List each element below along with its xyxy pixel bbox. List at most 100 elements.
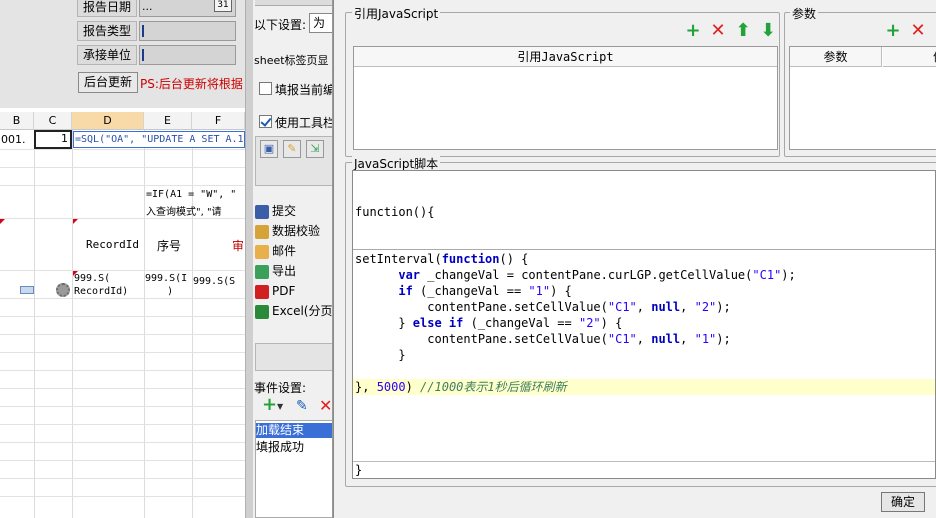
- code-token: _changeVal = contentPane.curLGP.getCellV…: [420, 268, 753, 282]
- pdf-icon: [255, 284, 269, 299]
- toolbar-preview: ▣ ✎ ⇲: [255, 136, 332, 186]
- grid-line: [0, 185, 245, 186]
- use-toolbar-checkbox[interactable]: [259, 115, 272, 128]
- report-designer-sheet: 报告日期 ... 31 报告类型 承接单位 后台更新 PS:后台更新将根据 B …: [0, 0, 245, 518]
- contractor-field[interactable]: [139, 45, 236, 65]
- gear-icon[interactable]: [56, 283, 70, 297]
- mail-icon: [255, 244, 269, 259]
- event-item-load-complete[interactable]: 加载结束: [256, 423, 332, 438]
- code-token: "2": [578, 316, 601, 330]
- cell-d-data-line2: RecordId): [74, 286, 129, 297]
- grid-line: [0, 334, 245, 335]
- save-icon: [255, 204, 269, 219]
- delete-ref-icon[interactable]: ✕: [709, 22, 727, 40]
- cell-c1-selected[interactable]: 1: [34, 130, 72, 149]
- cell-f-data[interactable]: 999.S(S: [193, 276, 235, 287]
- calendar-icon[interactable]: 31: [214, 0, 232, 12]
- function-header-box: [353, 171, 935, 250]
- add-event-icon[interactable]: +: [262, 396, 277, 414]
- code-token: "2": [694, 300, 717, 314]
- cell-f-header[interactable]: 审: [232, 237, 244, 254]
- code-token: var: [398, 268, 421, 282]
- add-ref-icon[interactable]: +: [684, 22, 702, 40]
- settings-select[interactable]: 为: [309, 13, 332, 33]
- cell-b1[interactable]: 001.: [1, 133, 26, 146]
- fill-current-checkbox[interactable]: [259, 82, 272, 95]
- event-item-fill-success[interactable]: 填报成功: [256, 440, 332, 455]
- code-token: ) {: [550, 284, 572, 298]
- cell-e-header-seq[interactable]: 序号: [157, 237, 181, 254]
- pane-splitter[interactable]: [245, 0, 253, 518]
- code-token: ,: [680, 300, 695, 314]
- code-line: } else if (_changeVal == "2") {: [355, 315, 622, 331]
- menu-item-mail[interactable]: 邮件: [255, 241, 332, 261]
- tab-strip[interactable]: [255, 0, 332, 6]
- delete-param-icon[interactable]: ✕: [909, 22, 927, 40]
- cell-d-header-recordid[interactable]: RecordId: [86, 238, 139, 251]
- code-token: (_changeVal ==: [463, 316, 579, 330]
- sheet-tab-display-label: sheet标签页显: [254, 54, 329, 67]
- check-pencil-icon: [255, 224, 269, 239]
- column-header-f[interactable]: F: [192, 112, 245, 130]
- edit-icon[interactable]: ✎: [283, 140, 301, 158]
- params-table[interactable]: 参数 值: [789, 46, 936, 150]
- widget-icon[interactable]: [20, 286, 34, 294]
- grid-line: [0, 424, 245, 425]
- arrow-up-icon[interactable]: ⬆: [734, 22, 752, 40]
- ref-js-table[interactable]: 引用JavaScript: [353, 46, 778, 150]
- grid-line: [0, 370, 245, 371]
- code-token: //1000表示1秒后循环刷新: [420, 380, 567, 394]
- cell-d1-formula[interactable]: =SQL("OA", "UPDATE A SET A.1: [73, 131, 245, 148]
- arrow-down-icon[interactable]: ⬇: [759, 22, 777, 40]
- grid-line: [0, 218, 245, 219]
- menu-item-validate[interactable]: 数据校验: [255, 221, 332, 241]
- grid-line: [0, 496, 245, 497]
- ref-js-column-header[interactable]: 引用JavaScript: [354, 47, 777, 67]
- menu-item-excel[interactable]: Excel(分页: [255, 301, 332, 321]
- cell-d-data[interactable]: 999.S(: [74, 273, 110, 284]
- code-line: }, 5000) //1000表示1秒后循环刷新: [355, 379, 567, 395]
- cell-e-if-formula[interactable]: =IF(A1 = "W", ": [146, 189, 236, 200]
- grid-line: [0, 270, 245, 271]
- column-header-d[interactable]: D: [72, 112, 144, 130]
- code-token: contentPane.setCellValue(: [355, 300, 608, 314]
- text-caret: [142, 49, 144, 61]
- cell-e-data[interactable]: 999.S(I: [145, 273, 187, 284]
- code-token: }: [355, 316, 413, 330]
- edit-event-icon[interactable]: ✎: [296, 398, 308, 414]
- code-line: if (_changeVal == "1") {: [355, 283, 572, 299]
- code-line: var _changeVal = contentPane.curLGP.getC…: [355, 267, 795, 283]
- code-token: null: [651, 332, 681, 346]
- editor-divider: [353, 461, 935, 462]
- menu-item-export[interactable]: 导出: [255, 261, 332, 281]
- code-token: 5000: [376, 380, 406, 394]
- column-header-b[interactable]: B: [0, 112, 34, 130]
- menu-item-pdf[interactable]: PDF: [255, 281, 332, 301]
- code-token: "1": [694, 332, 717, 346]
- toolbar-preview-area: [255, 343, 332, 371]
- grid-line: [0, 406, 245, 407]
- grid-line: [0, 316, 245, 317]
- ok-button[interactable]: 确定: [881, 492, 925, 512]
- code-line: contentPane.setCellValue("C1", null, "2"…: [355, 299, 731, 315]
- form-row-report-type: 报告类型: [0, 21, 245, 43]
- param-column-header[interactable]: 参数: [790, 47, 882, 67]
- menu-item-submit[interactable]: 提交: [255, 201, 332, 221]
- code-token: ): [405, 380, 421, 394]
- save-icon[interactable]: ▣: [260, 140, 278, 158]
- value-column-header[interactable]: 值: [883, 47, 936, 67]
- delete-event-icon[interactable]: ✕: [319, 396, 332, 415]
- chevron-down-icon[interactable]: ▼: [277, 402, 283, 411]
- column-header-c[interactable]: C: [34, 112, 72, 130]
- add-param-icon[interactable]: +: [884, 22, 902, 40]
- javascript-editor[interactable]: function(){ setInterval(function() { var…: [352, 170, 936, 479]
- code-token: null: [651, 300, 681, 314]
- settings-label: 以下设置:: [254, 18, 307, 32]
- report-type-field[interactable]: [139, 21, 236, 41]
- code-token: ,: [680, 332, 695, 346]
- column-header-e[interactable]: E: [144, 112, 192, 130]
- export-icon[interactable]: ⇲: [306, 140, 324, 158]
- background-update-button[interactable]: 后台更新: [78, 72, 138, 93]
- code-line: }: [355, 347, 405, 363]
